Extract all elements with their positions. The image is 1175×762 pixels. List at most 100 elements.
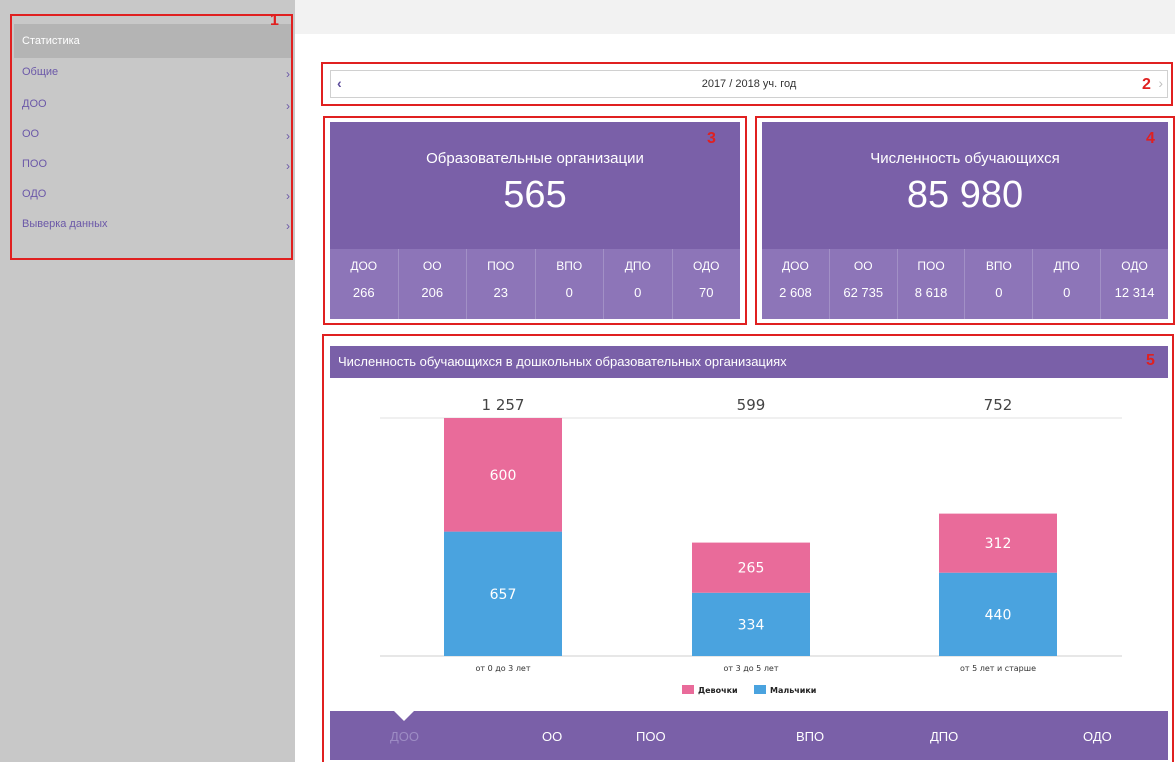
sidebar-item-data-check[interactable]: Выверка данных › <box>22 214 290 234</box>
card-cell: ВПО 0 <box>965 249 1034 319</box>
card-cell: ОО 62 735 <box>830 249 898 319</box>
tab-odo[interactable]: ОДО <box>1083 729 1112 744</box>
legend-label[interactable]: Мальчики <box>770 686 816 695</box>
bar-total-label: 752 <box>984 396 1013 414</box>
card-breakdown: ДОО 266 ОО 206 ПОО 23 ВПО 0 ДПО 0 ОДО 70 <box>330 249 740 319</box>
cell-value: 70 <box>699 285 714 300</box>
card-cell: ПОО 8 618 <box>898 249 966 319</box>
sidebar-item-label: ПОО <box>22 158 48 170</box>
annotation-number: 3 <box>707 130 716 147</box>
sidebar: Статистика Общие › ДОО › ОО › ПОО › ОДО › Выв… <box>0 0 295 762</box>
cell-value: 23 <box>493 285 508 300</box>
cell-label: ДПО <box>624 259 651 273</box>
cell-value: 0 <box>995 285 1003 300</box>
cell-label: ДОО <box>782 259 809 273</box>
organizations-card: Образовательные организации 565 ДОО 266 О… <box>330 122 740 319</box>
cell-label: ОДО <box>1121 259 1148 273</box>
annotation-number: 5 <box>1146 352 1155 369</box>
cell-label: ВПО <box>985 259 1012 273</box>
sidebar-item-label: ОО <box>22 128 40 140</box>
tab-oo[interactable]: ОО <box>542 729 562 744</box>
card-title: Численность обучающихся <box>870 150 1060 167</box>
card-total: 85 980 <box>906 174 1024 216</box>
bar-value-label: 334 <box>738 617 765 633</box>
cell-value: 206 <box>421 285 444 300</box>
x-tick-label: от 3 до 5 лет <box>723 664 778 673</box>
tab-doo[interactable]: ДОО <box>390 729 419 744</box>
tab-dpo[interactable]: ДПО <box>930 729 958 744</box>
annotation-number: 4 <box>1146 130 1155 147</box>
cell-label: ВПО <box>556 259 583 273</box>
legend-swatch <box>754 685 766 694</box>
annotation-number: 1 <box>270 12 279 29</box>
year-label: 2017 / 2018 уч. год <box>701 78 797 90</box>
cell-label: ДПО <box>1053 259 1080 273</box>
bar-total-label: 599 <box>737 396 766 414</box>
bar-value-label: 600 <box>490 468 517 484</box>
chevron-right-icon: › <box>286 159 290 173</box>
x-tick-label: от 0 до 3 лет <box>475 664 530 673</box>
card-cell: ОО 206 <box>399 249 467 319</box>
card-breakdown: ДОО 2 608 ОО 62 735 ПОО 8 618 ВПО 0 ДПО 0 ОДО… <box>762 249 1168 319</box>
cell-value: 0 <box>1063 285 1071 300</box>
chevron-right-icon: › <box>286 219 290 233</box>
card-cell: ОДО 12 314 <box>1101 249 1168 319</box>
chevron-right-icon: › <box>286 129 290 143</box>
students-card: Численность обучающихся 85 980 ДОО 2 608 … <box>762 122 1168 319</box>
chevron-right-icon: › <box>286 189 290 203</box>
sidebar-item-doo[interactable]: ДОО › <box>22 94 290 114</box>
cell-label: ОДО <box>692 259 720 273</box>
card-cell: ДОО 266 <box>330 249 399 319</box>
tab-vpo[interactable]: ВПО <box>796 729 824 744</box>
cell-label: ПОО <box>917 259 945 273</box>
bar-value-label: 265 <box>738 561 765 577</box>
sidebar-item-poo[interactable]: ПОО › <box>22 154 290 174</box>
sidebar-item-label: ДОО <box>22 98 47 110</box>
cell-value: 62 735 <box>843 285 884 300</box>
bar-total-label: 1 257 <box>482 396 525 414</box>
cell-value: 266 <box>352 285 375 300</box>
sidebar-header[interactable]: Статистика <box>14 24 291 58</box>
sidebar-item-general[interactable]: Общие › <box>22 62 290 82</box>
bar-value-label: 657 <box>490 587 517 603</box>
annotation-box-1: Статистика Общие › ДОО › ОО › ПОО › ОДО › Выв… <box>10 14 293 260</box>
sidebar-item-label: ОДО <box>22 188 47 200</box>
x-tick-label: от 5 лет и старше <box>960 664 1036 673</box>
sidebar-item-label: Выверка данных <box>22 218 108 230</box>
year-selector: ‹ 2017 / 2018 уч. год › <box>330 70 1168 98</box>
sidebar-item-label: Общие <box>22 66 59 78</box>
bar-value-label: 312 <box>985 536 1012 552</box>
cell-value: 2 608 <box>779 285 812 300</box>
card-title: Образовательные организации <box>426 150 644 167</box>
cell-label: ОО <box>853 259 873 273</box>
top-strip <box>295 0 1175 34</box>
sidebar-item-odo[interactable]: ОДО › <box>22 184 290 204</box>
cell-label: ДОО <box>350 259 378 273</box>
card-cell: ПОО 23 <box>467 249 536 319</box>
legend-swatch <box>682 685 694 694</box>
chart-header: Численность обучающихся в дошкольных обр… <box>330 346 1168 378</box>
chevron-right-icon: › <box>286 67 290 81</box>
cell-label: ПОО <box>487 259 515 273</box>
chevron-right-icon[interactable]: › <box>1158 75 1163 91</box>
tab-poo[interactable]: ПОО <box>636 729 666 744</box>
card-cell: ДПО 0 <box>604 249 673 319</box>
bottom-tab-bar: ДОО ОО ПОО ВПО ДПО ОДО <box>330 710 1168 760</box>
bar-value-label: 440 <box>985 607 1012 623</box>
cell-value: 0 <box>565 285 573 300</box>
card-cell: ДОО 2 608 <box>762 249 830 319</box>
card-cell: ВПО 0 <box>536 249 604 319</box>
chevron-right-icon: › <box>286 99 290 113</box>
cell-value: 12 314 <box>1114 285 1155 300</box>
cell-label: ОО <box>422 259 442 273</box>
card-cell: ОДО 70 <box>673 249 741 319</box>
annotation-number: 2 <box>1142 76 1151 93</box>
card-cell: ДПО 0 <box>1033 249 1102 319</box>
legend-label[interactable]: Девочки <box>698 686 738 695</box>
cell-value: 0 <box>634 285 642 300</box>
cell-value: 8 618 <box>914 285 948 300</box>
card-total: 565 <box>503 174 567 216</box>
active-tab-pointer <box>393 710 415 721</box>
sidebar-item-oo[interactable]: ОО › <box>22 124 290 144</box>
stacked-bar-chart: 657 600 1 257 от 0 до 3 лет 334 265 599 от 3 до… <box>380 396 1122 695</box>
